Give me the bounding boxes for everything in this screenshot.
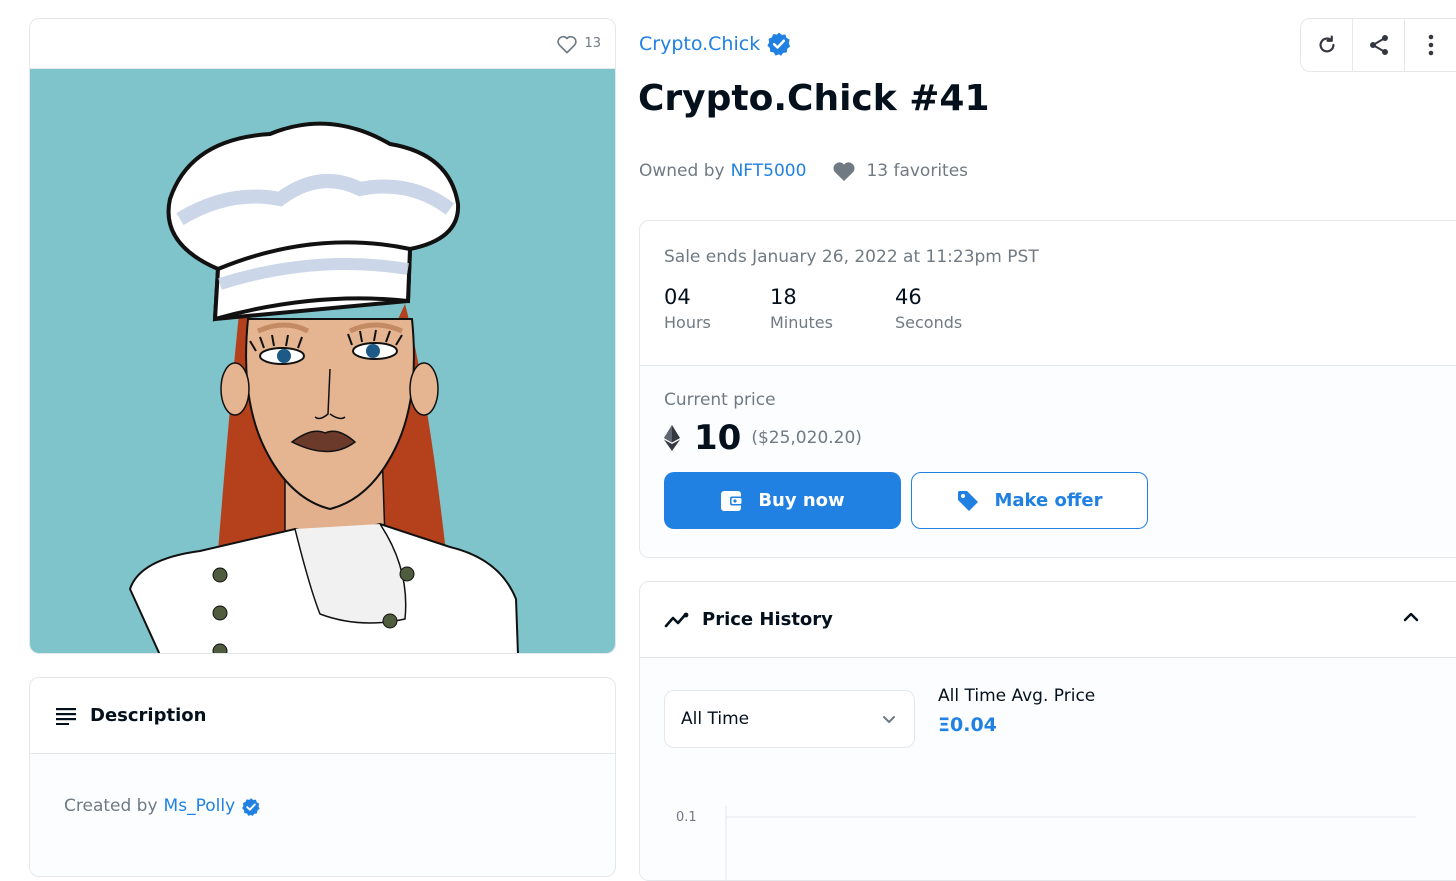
created-by-label: Created by xyxy=(64,796,158,816)
price-history-body: All Time All Time Avg. Price Ξ0.04 0.1 xyxy=(640,658,1456,880)
description-panel: Description Created by Ms_Polly xyxy=(29,677,616,877)
make-offer-button[interactable]: Make offer xyxy=(911,472,1148,529)
refresh-icon xyxy=(1316,34,1338,56)
countdown-hours: 04 Hours xyxy=(664,285,770,332)
refresh-button[interactable] xyxy=(1301,19,1353,71)
price-history-header[interactable]: Price History xyxy=(640,582,1456,658)
fiat-price: ($25,020.20) xyxy=(751,428,862,448)
countdown-label: Hours xyxy=(664,313,711,332)
price-value: 10 xyxy=(694,418,742,458)
creator-verified-icon xyxy=(241,797,261,817)
wallet-icon xyxy=(720,490,744,512)
price-history-chart xyxy=(725,806,1416,880)
collection-verified-icon xyxy=(766,31,792,57)
creator-link[interactable]: Ms_Polly xyxy=(164,796,236,816)
countdown-seconds: 46 Seconds xyxy=(895,285,1001,332)
favorites-summary: 13 favorites xyxy=(832,160,968,182)
current-price-label: Current price xyxy=(664,390,776,410)
item-toolbar xyxy=(1300,18,1456,72)
time-range-select[interactable]: All Time xyxy=(664,690,915,748)
nft-artwork[interactable] xyxy=(30,69,616,654)
buy-now-label: Buy now xyxy=(758,490,845,511)
more-icon xyxy=(1428,34,1434,56)
description-title: Description xyxy=(90,705,207,726)
favorite-count: 13 xyxy=(584,36,601,51)
share-button[interactable] xyxy=(1353,19,1405,71)
tag-icon xyxy=(956,489,980,513)
avg-price-label: All Time Avg. Price xyxy=(938,686,1096,706)
countdown-label: Seconds xyxy=(895,313,963,332)
price-row: 10 ($25,020.20) xyxy=(664,418,1456,458)
price-section: Current price 10 ($25,020.20) Buy now Ma… xyxy=(640,366,1456,557)
sale-ends-text: Sale ends January 26, 2022 at 11:23pm PS… xyxy=(664,247,1039,267)
chevron-up-icon[interactable] xyxy=(1403,611,1419,623)
collection-name[interactable]: Crypto.Chick xyxy=(639,33,760,55)
sale-panel: Sale ends January 26, 2022 at 11:23pm PS… xyxy=(639,220,1456,558)
owned-by-label: Owned by xyxy=(639,161,725,181)
favorites-count-text: 13 favorites xyxy=(866,161,969,181)
description-header[interactable]: Description xyxy=(30,678,615,754)
y-axis-tick: 0.1 xyxy=(676,810,697,825)
countdown-minutes: 18 Minutes xyxy=(770,285,895,332)
time-range-value: All Time xyxy=(681,709,750,729)
price-history-panel: Price History All Time All Time Avg. Pri… xyxy=(639,581,1456,881)
sale-actions: Buy now Make offer xyxy=(664,472,1456,529)
trend-line-icon xyxy=(664,611,690,629)
item-title: Crypto.Chick #41 xyxy=(638,78,990,119)
description-body: Created by Ms_Polly xyxy=(30,754,615,876)
buy-now-button[interactable]: Buy now xyxy=(664,472,901,529)
countdown: 04 Hours 18 Minutes 46 Seconds xyxy=(664,285,1456,332)
countdown-label: Minutes xyxy=(770,313,833,332)
countdown-value: 46 xyxy=(895,285,922,309)
countdown-value: 18 xyxy=(770,285,797,309)
more-options-button[interactable] xyxy=(1405,19,1456,71)
heart-filled-icon xyxy=(832,160,856,182)
description-lines-icon xyxy=(56,707,76,725)
avg-price-value: Ξ0.04 xyxy=(938,714,997,736)
price-history-title: Price History xyxy=(702,609,833,630)
favorite-heart-icon[interactable] xyxy=(556,34,578,54)
owner-row: Owned by NFT5000 13 favorites xyxy=(639,160,968,182)
image-card-header: 13 xyxy=(30,19,615,69)
countdown-value: 04 xyxy=(664,285,691,309)
ethereum-icon xyxy=(664,425,680,451)
chevron-down-icon xyxy=(882,714,896,724)
owner-link[interactable]: NFT5000 xyxy=(731,161,807,181)
sale-timer-section: Sale ends January 26, 2022 at 11:23pm PS… xyxy=(640,221,1456,366)
share-icon xyxy=(1367,33,1391,57)
collection-link[interactable]: Crypto.Chick xyxy=(639,31,792,57)
nft-image-card: 13 xyxy=(29,18,616,654)
make-offer-label: Make offer xyxy=(994,490,1103,511)
